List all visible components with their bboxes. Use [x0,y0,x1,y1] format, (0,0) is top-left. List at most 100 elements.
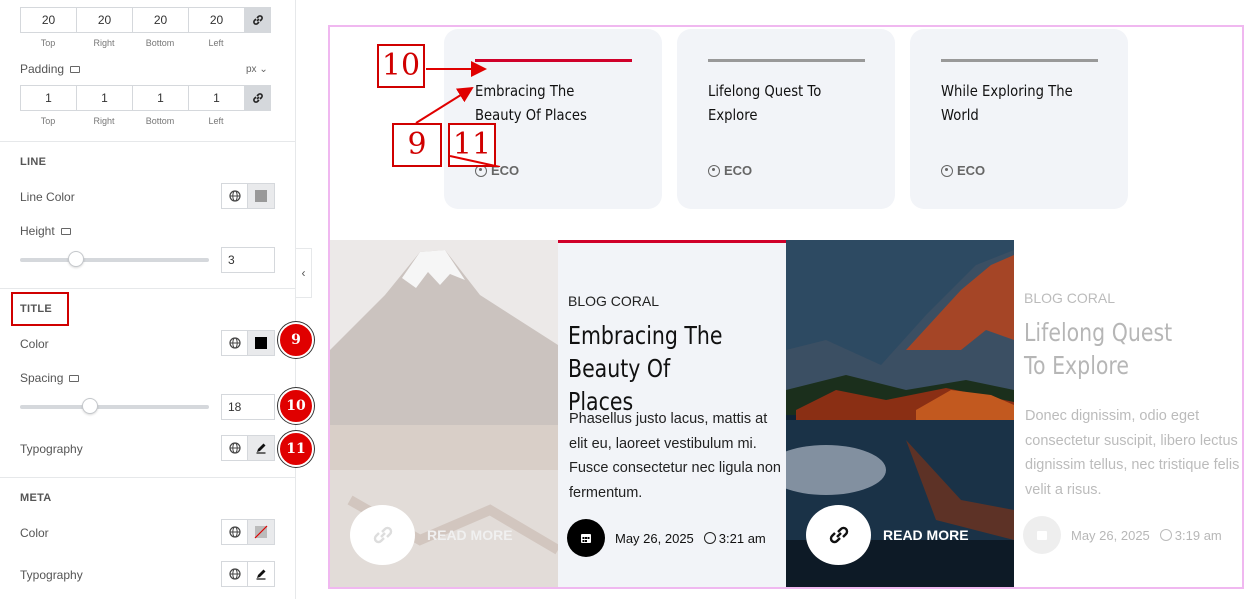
meta-typography-label: Typography [20,568,83,582]
padding-label: Padding [20,62,81,76]
card-meta[interactable]: ECO [941,163,985,178]
post-date: May 26, 2025 [615,530,694,546]
pencil-icon [256,569,266,580]
post-date-row: May 26, 2025 3:21 am [567,519,766,557]
globe-icon [228,442,241,454]
pencil-icon [256,443,266,454]
padding-dimensions: 1 1 1 1 [20,85,271,111]
title-line [941,59,1098,62]
swatch-fill [255,190,267,202]
post-excerpt: Phasellus justo lacus, mattis at elit eu… [569,411,781,501]
collapse-panel-button[interactable]: ‹ [296,248,312,298]
margin-right-input[interactable]: 20 [76,7,132,33]
label-right: Right [93,38,115,48]
padding-bottom-input[interactable]: 1 [132,85,188,111]
title-typography-control [221,435,275,461]
post-content: BLOG CORAL Embracing The Beauty Of Place… [558,240,786,587]
meta-color-control [221,519,275,545]
monitor-icon[interactable] [69,375,80,382]
slider-handle[interactable] [68,251,85,267]
height-slider[interactable] [20,251,209,267]
label-top: Top [40,116,56,126]
link-icon [252,15,263,25]
calendar-icon [567,519,605,557]
post-category[interactable]: BLOG CORAL [568,293,659,309]
margin-dimensions: 20 20 20 20 [20,7,271,33]
post-image[interactable]: READ MORE [330,240,558,587]
spacing-label: Spacing [20,371,80,385]
read-more-text[interactable]: READ MORE [427,527,513,543]
title-line [708,59,865,62]
label-right: Right [93,116,115,126]
link-values-button[interactable] [244,7,271,33]
post-card[interactable]: Lifelong Quest To Explore ECO [677,29,895,209]
link-icon [829,526,848,544]
divider [0,141,296,142]
no-color-icon [254,525,268,539]
globe-icon [228,337,241,349]
title-color-swatch[interactable] [248,330,275,356]
post-card[interactable]: While Exploring The World ECO [910,29,1128,209]
link-values-button[interactable] [244,85,271,111]
global-colors-button[interactable] [221,330,248,356]
read-more-text[interactable]: READ MORE [883,527,969,543]
padding-left-input[interactable]: 1 [188,85,244,111]
margin-top-input[interactable]: 20 [20,7,76,33]
annotation-marker-9: 9 [278,322,314,358]
meta-color-label: Color [20,526,49,540]
post-date-row: May 26, 2025 3:19 am [1023,516,1222,554]
section-line-heading[interactable]: LINE [20,156,46,168]
meta-color-swatch[interactable] [248,519,275,545]
card-meta[interactable]: ECO [708,163,752,178]
read-more-link[interactable]: READ MORE [350,505,513,565]
divider [0,288,296,289]
post-image[interactable]: READ MORE [786,240,1014,587]
global-colors-button[interactable] [221,183,248,209]
section-title-heading[interactable]: TITLE [20,303,52,315]
unit-select[interactable]: px ⌄ [246,64,268,75]
clock-icon [1159,528,1172,541]
spacing-slider[interactable] [20,398,209,414]
global-fonts-button[interactable] [221,435,248,461]
read-more-link[interactable]: READ MORE [806,505,969,565]
margin-bottom-input[interactable]: 20 [132,7,188,33]
edit-typography-button[interactable] [248,435,275,461]
title-color-control [221,330,275,356]
margin-labels: Top Right Bottom Left [20,38,244,48]
label-left: Left [208,38,224,48]
post-time: 3:21 am [703,531,766,546]
read-more-circle[interactable] [350,505,415,565]
global-fonts-button[interactable] [221,561,248,587]
post-category[interactable]: BLOG CORAL [1024,290,1115,306]
read-more-circle[interactable] [806,505,871,565]
slider-handle[interactable] [82,398,99,414]
line-color-swatch[interactable] [248,183,275,209]
title-color-label: Color [20,337,49,351]
line-color-control [221,183,275,209]
margin-left-input[interactable]: 20 [188,7,244,33]
height-label: Height [20,224,71,238]
globe-icon [228,526,241,538]
global-colors-button[interactable] [221,519,248,545]
label-bottom: Bottom [145,38,175,48]
post-title[interactable]: Lifelong Quest To Explore [1024,316,1196,382]
typography-label: Typography [20,442,83,456]
spacing-input[interactable]: 18 [221,394,275,420]
card-title[interactable]: While Exploring The World [941,79,1086,127]
height-input[interactable]: 3 [221,247,275,273]
line-color-label: Line Color [20,190,75,204]
user-icon [941,164,953,177]
padding-right-input[interactable]: 1 [76,85,132,111]
card-title[interactable]: Lifelong Quest To Explore [708,79,853,127]
monitor-icon[interactable] [60,228,71,235]
post-title[interactable]: Embracing The Beauty Of Places [568,319,740,418]
link-icon [373,526,392,544]
post-date: May 26, 2025 [1071,527,1150,543]
padding-top-input[interactable]: 1 [20,85,76,111]
user-icon [708,164,720,177]
section-meta-heading[interactable]: META [20,492,52,504]
annotation-arrows [415,61,501,167]
edit-typography-button[interactable] [248,561,275,587]
globe-icon [228,568,241,580]
monitor-icon[interactable] [70,66,81,73]
